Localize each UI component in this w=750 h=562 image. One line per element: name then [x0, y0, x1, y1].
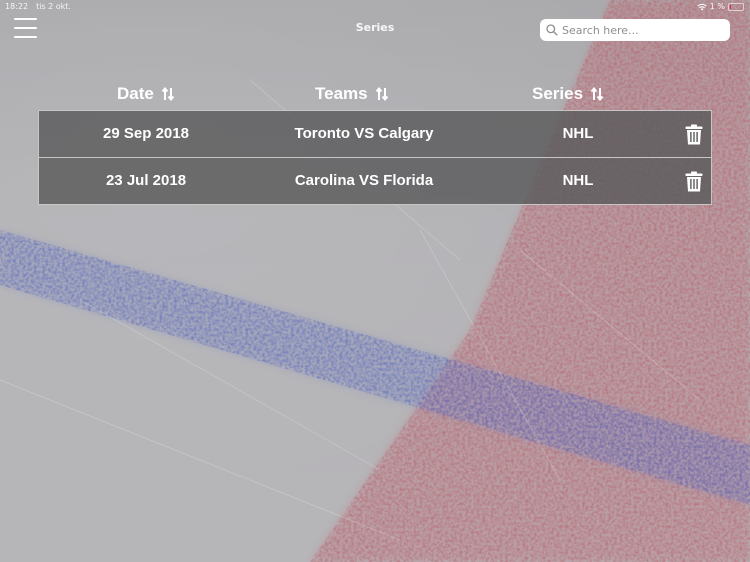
- column-header-label: Date: [117, 84, 154, 103]
- column-header-date[interactable]: Date: [117, 84, 175, 104]
- series-cell: NHL: [562, 172, 594, 189]
- trash-icon[interactable]: [685, 171, 703, 192]
- series-cell: NHL: [562, 125, 594, 142]
- status-bar-right: 1 %: [697, 2, 744, 11]
- battery-percent: 1 %: [709, 2, 725, 11]
- sort-arrows-icon: [375, 86, 388, 102]
- search-icon: [546, 24, 558, 36]
- sort-arrows-icon: [161, 86, 175, 102]
- wifi-icon: [697, 3, 707, 10]
- teams-cell: Carolina VS Florida: [294, 172, 434, 189]
- sort-arrows-icon: [590, 86, 604, 102]
- column-header-label: Series: [532, 84, 584, 103]
- column-header-label: Teams: [315, 84, 368, 103]
- status-date: tis 2 okt.: [36, 2, 71, 11]
- trash-icon[interactable]: [685, 124, 703, 145]
- table-row[interactable]: 23 Jul 2018 Carolina VS Florida NHL: [38, 157, 712, 205]
- column-header-teams[interactable]: Teams: [315, 84, 389, 104]
- battery-icon: [728, 2, 744, 11]
- series-table: 29 Sep 2018 Toronto VS Calgary NHL 23 Ju…: [38, 110, 712, 205]
- search-bar[interactable]: [540, 19, 730, 41]
- date-cell: 29 Sep 2018: [103, 125, 189, 142]
- teams-cell: Toronto VS Calgary: [294, 125, 434, 142]
- status-time: 18:22: [5, 2, 29, 11]
- table-row[interactable]: 29 Sep 2018 Toronto VS Calgary NHL: [38, 110, 712, 158]
- search-input[interactable]: [562, 23, 722, 37]
- status-bar-left: 18:22 tis 2 okt.: [5, 2, 71, 11]
- date-cell: 23 Jul 2018: [105, 172, 187, 189]
- column-header-series[interactable]: Series: [532, 84, 604, 104]
